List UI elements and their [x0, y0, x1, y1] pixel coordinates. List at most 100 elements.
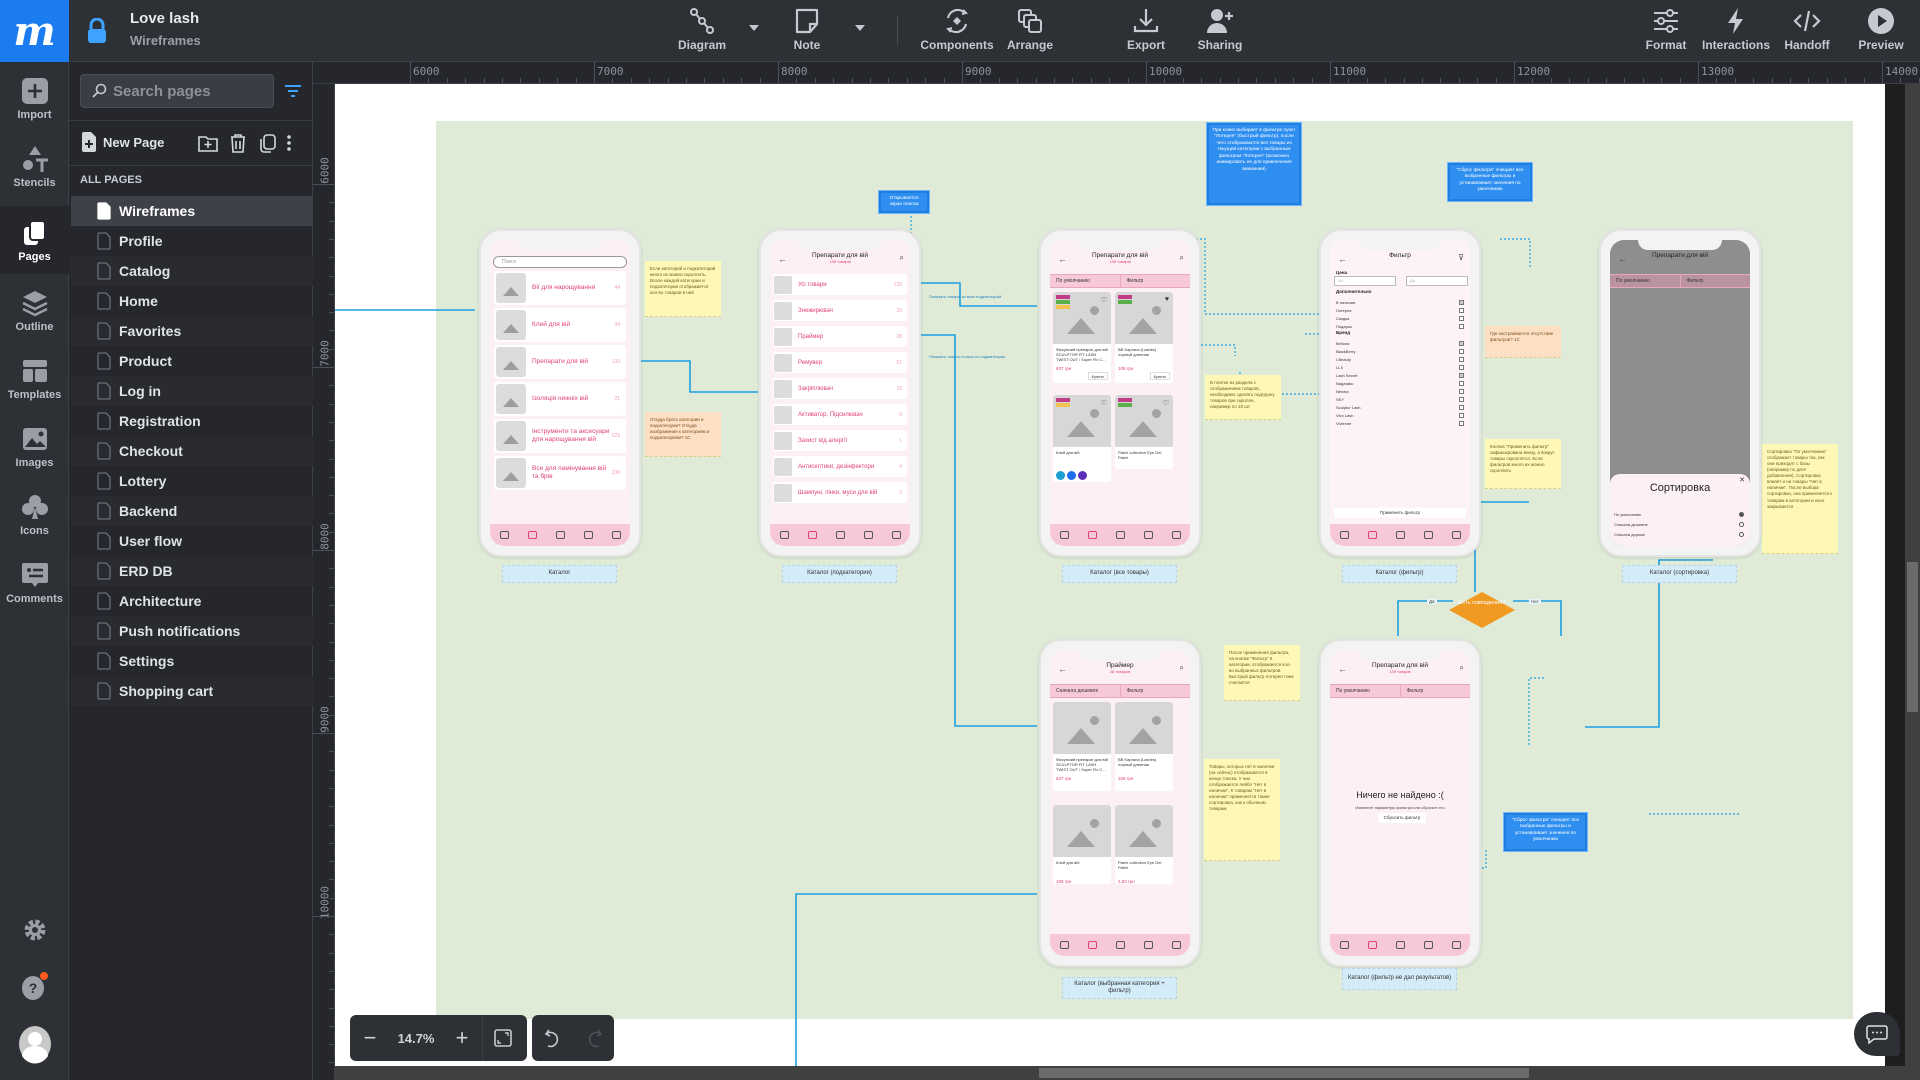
checkbox[interactable] [1459, 364, 1464, 370]
filter-option[interactable]: BlackBerry [1336, 347, 1464, 355]
profile-tab-icon[interactable] [1171, 941, 1181, 949]
cart-tab-icon[interactable] [1395, 531, 1405, 539]
page-item-product[interactable]: Product [71, 346, 313, 376]
blue-note-reset-filter-2[interactable]: "Сброс фильтра" очищает все выбранные фи… [1503, 812, 1588, 852]
product-card[interactable]: ♡ Patch collection Eye Gel Patch [1115, 395, 1173, 469]
sticky-note[interactable]: В плитке из раздела с отображением товар… [1205, 375, 1281, 420]
rail-images[interactable]: Images [0, 412, 69, 480]
rail-stencils[interactable]: Stencils [0, 132, 69, 200]
page-item-settings[interactable]: Settings [71, 646, 313, 676]
new-page-button[interactable]: New Page [81, 132, 164, 152]
clear-filter-icon[interactable]: ⊽ [1458, 253, 1464, 262]
sticky-note[interactable]: Кнопка "Применить фильтр" зафиксирована … [1485, 439, 1561, 489]
checkbox[interactable] [1459, 307, 1464, 313]
subcategory-item[interactable]: Праймер 28 [773, 326, 907, 347]
subcategory-item[interactable]: Шампуні, пінки, муси для вій 2 [773, 482, 907, 503]
filter-option[interactable]: Скидка [1336, 314, 1464, 322]
sticky-note[interactable]: Сортировка "По умолчанию" отображает тов… [1762, 444, 1838, 554]
page-item-wireframes[interactable]: Wireframes [71, 196, 313, 226]
filter-lines-icon[interactable] [283, 82, 303, 100]
components-button[interactable]: Components [920, 6, 994, 56]
home-tab-icon[interactable] [1339, 941, 1349, 949]
cart-tab-icon[interactable] [555, 531, 565, 539]
vertical-scroll-thumb[interactable] [1907, 562, 1918, 712]
checkbox[interactable] [1459, 356, 1464, 362]
phone-filter[interactable]: ← Фильтр ⊽ Цена От До Дополнительно В налич… [1319, 229, 1481, 557]
back-arrow-icon[interactable]: ← [778, 254, 787, 264]
checkbox[interactable] [1459, 388, 1464, 394]
sticky-note[interactable]: Откуда брать категории и подкатегории? О… [645, 412, 721, 457]
home-tab-icon[interactable] [1059, 941, 1069, 949]
rail-templates[interactable]: Templates [0, 344, 69, 412]
checkbox[interactable] [1459, 404, 1464, 410]
catalog-tab-icon[interactable] [1087, 531, 1097, 539]
sort-button[interactable]: По умолчанию [1050, 275, 1120, 287]
profile-tab-icon[interactable] [891, 531, 901, 539]
checkbox[interactable] [1459, 412, 1464, 418]
search-icon[interactable]: ⌕ [1180, 663, 1184, 673]
help-button[interactable]: ? [0, 970, 69, 1002]
sort-option[interactable]: Сначала дороже [1614, 532, 1744, 537]
price-from-input[interactable]: От [1334, 276, 1396, 286]
search-pages-input[interactable]: Search pages [80, 74, 274, 108]
category-item[interactable]: Вії для нарощування 44 [494, 271, 626, 305]
product-card[interactable]: Фіксуючий препарат для вій SCULPTOR FIT … [1053, 702, 1111, 791]
horizontal-scroll-thumb[interactable] [1039, 1068, 1529, 1078]
filter-option[interactable]: Nagaraku [1336, 379, 1464, 387]
filter-option[interactable]: I-Beauty [1336, 355, 1464, 363]
radio-button[interactable] [1739, 512, 1744, 517]
arrange-button[interactable]: Arrange [1005, 6, 1055, 56]
diagram-button[interactable]: Diagram [676, 6, 728, 56]
radio-button[interactable] [1739, 522, 1744, 527]
catalog-search-input[interactable]: Поиск [493, 256, 627, 268]
filter-option[interactable]: В наличии [1336, 298, 1464, 306]
page-item-user-flow[interactable]: User flow [71, 526, 313, 556]
vertical-ruler[interactable]: 6000 7000 8000 9000 10000 [313, 84, 335, 1080]
buy-button[interactable]: Купить [1088, 372, 1108, 380]
category-item[interactable]: Інструменти та аксесуари для нарощування… [494, 419, 626, 453]
sticky-note[interactable]: После применения фильтра, на кнопке "Фил… [1224, 645, 1300, 701]
settings-button[interactable] [0, 917, 69, 943]
favorites-tab-icon[interactable] [583, 531, 593, 539]
page-item-shopping-cart[interactable]: Shopping cart [71, 676, 313, 706]
filter-option[interactable]: Lash Secret [1336, 371, 1464, 379]
subcategory-item[interactable]: Знежирювач 25 [773, 300, 907, 321]
cart-tab-icon[interactable] [1115, 941, 1125, 949]
filter-option[interactable]: Sculptor Lash [1336, 403, 1464, 411]
page-item-checkout[interactable]: Checkout [71, 436, 313, 466]
filter-button[interactable]: Фильтр [1119, 275, 1191, 287]
page-item-architecture[interactable]: Architecture [71, 586, 313, 616]
product-card[interactable]: ♡ Фіксуючий препарат для вій SCULPTOR FIT… [1053, 292, 1111, 383]
home-tab-icon[interactable] [1059, 531, 1069, 539]
blue-note-lottery[interactable]: При клике выбирает в фильтре пункт "Лоте… [1206, 122, 1302, 206]
horizontal-scrollbar[interactable] [335, 1066, 1905, 1080]
checkbox[interactable] [1459, 396, 1464, 402]
subcategory-item[interactable]: Ремувер 51 [773, 352, 907, 373]
subcategory-item[interactable]: Усі товари 139 [773, 274, 907, 295]
reset-filter-button[interactable]: Сбросить фильтр [1378, 813, 1426, 823]
export-button[interactable]: Export [1127, 6, 1165, 56]
filter-button[interactable]: Фильтр [1119, 685, 1191, 697]
horizontal-ruler[interactable]: 6000 7000 8000 9000 10000 11000 12000 13000 1400… [313, 62, 1920, 84]
home-tab-icon[interactable] [779, 531, 789, 539]
zoom-level[interactable]: 14.7% [390, 1031, 442, 1046]
profile-tab-icon[interactable] [611, 531, 621, 539]
home-tab-icon[interactable] [499, 531, 509, 539]
note-dropdown-caret-icon[interactable] [853, 22, 867, 34]
profile-tab-icon[interactable] [1171, 531, 1181, 539]
filter-option[interactable]: Bellona [1336, 339, 1464, 347]
moqups-logo[interactable]: m [0, 0, 69, 62]
page-item-home[interactable]: Home [71, 286, 313, 316]
profile-tab-icon[interactable] [1451, 531, 1461, 539]
wireframe-board[interactable]: Есть совпадения? Да Нет Открывается экра… [335, 121, 1853, 1066]
checkbox[interactable] [1459, 420, 1464, 426]
user-avatar[interactable] [0, 1024, 69, 1064]
radio-button[interactable] [1739, 532, 1744, 537]
checkbox[interactable] [1459, 315, 1464, 321]
zoom-out-button[interactable]: − [350, 1015, 390, 1061]
heart-icon[interactable]: ♡ [1163, 399, 1169, 407]
price-to-input[interactable]: До [1406, 276, 1468, 286]
favorites-tab-icon[interactable] [1143, 531, 1153, 539]
preview-button[interactable]: Preview [1858, 6, 1904, 56]
cart-tab-icon[interactable] [835, 531, 845, 539]
